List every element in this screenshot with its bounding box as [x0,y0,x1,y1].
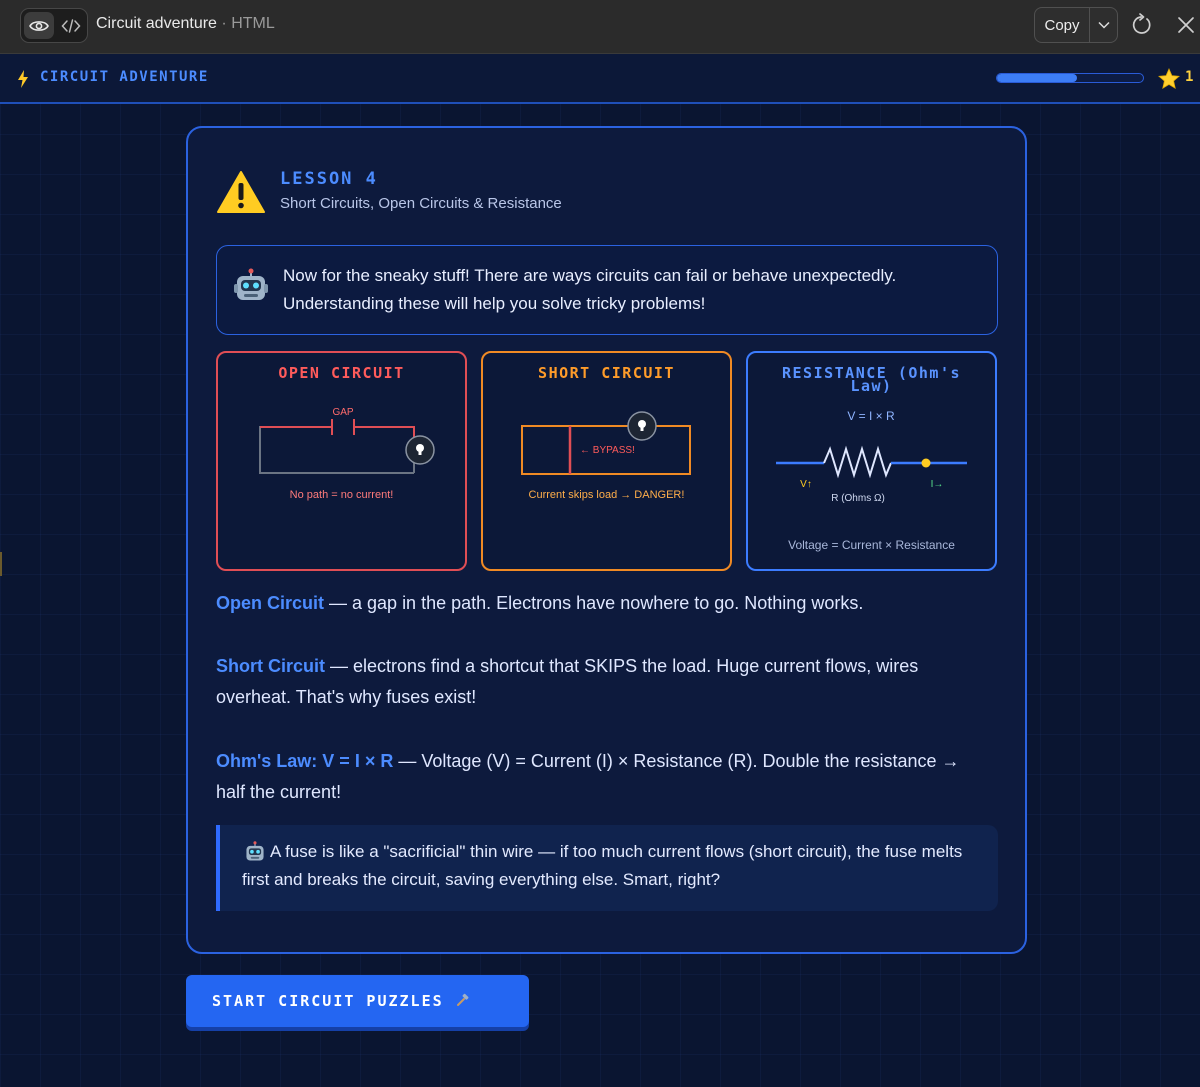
star-count: 1 [1185,69,1194,85]
star-icon [1158,68,1180,90]
preview-toggle-button[interactable] [24,12,54,39]
bulb-off-icon [405,435,435,465]
code-toggle-button[interactable] [56,12,86,39]
start-button-label: START CIRCUIT PUZZLES [212,992,444,1010]
view-toggle[interactable] [20,8,88,43]
copy-divider [1089,8,1090,42]
start-circuit-puzzles-button[interactable]: START CIRCUIT PUZZLES [186,975,529,1027]
lesson-number: LESSON 4 [280,169,378,189]
eye-icon [29,20,49,31]
ohms-law-term: Ohm's Law: V = I × R [216,751,394,771]
document-title: Circuit adventure · HTML [96,15,275,33]
open-circuit-text: — a gap in the path. Electrons have nowh… [324,593,864,613]
progress-fill [997,74,1078,82]
bypass-label: ← BYPASS! [580,445,635,456]
app-chrome-bar: Circuit adventure · HTML Copy [0,0,1200,54]
short-circuit-term: Short Circuit [216,656,326,676]
lightning-bolt-icon [18,70,28,88]
ohms-law-paragraph: Ohm's Law: V = I × R — Voltage (V) = Cur… [216,746,976,808]
robot-intro-text: Now for the sneaky stuff! There are ways… [283,266,897,313]
ohms-formula: V = I × R [847,409,895,423]
open-circuit-diagram: GAP [259,407,435,474]
code-icon [61,18,81,33]
copy-button[interactable]: Copy [1035,8,1089,42]
short-circuit-paragraph: Short Circuit — electrons find a shortcu… [216,651,976,713]
resistance-label: R (Ohms Ω) [831,493,885,504]
short-circuit-diagram: ← BYPASS! [521,411,691,475]
hammer-icon [456,993,469,1006]
open-circuit-panel: OPEN CIRCUIT GAP No path = no current! [216,351,467,571]
open-circuit-caption: No path = no current! [289,489,394,501]
bulb-icon [627,411,657,441]
voltage-label: V↑ [800,479,812,490]
gap-label: GAP [332,407,353,418]
title-separator: · [221,15,227,32]
lesson-progress-bar [996,73,1144,83]
copy-options-button[interactable] [1091,8,1117,42]
short-circuit-panel: SHORT CIRCUIT ← BYPASS! Current skips lo… [481,351,732,571]
lesson-card: LESSON 4 Short Circuits, Open Circuits &… [186,126,1027,954]
close-icon[interactable] [1173,12,1199,38]
document-kind: HTML [231,15,275,32]
robot-icon [234,268,268,300]
resistance-diagram: V = I × R V↑ R (Ohms Ω) I→ [776,409,967,504]
chevron-down-icon [1098,21,1110,29]
resistance-panel: RESISTANCE (Ohm's Law) V = I × R V↑ R (O… [746,351,997,571]
copy-button-group: Copy [1034,7,1118,43]
warning-icon [217,171,265,213]
robot-intro-note: Now for the sneaky stuff! There are ways… [216,245,998,335]
open-circuit-paragraph: Open Circuit — a gap in the path. Electr… [216,588,976,619]
document-name: Circuit adventure [96,15,217,32]
fuse-tip-text: A fuse is like a "sacrificial" thin wire… [242,842,963,889]
resistance-caption: Voltage = Current × Resistance [788,538,955,552]
current-label: I→ [931,479,944,490]
open-circuit-term: Open Circuit [216,593,325,613]
lesson-subtitle: Short Circuits, Open Circuits & Resistan… [280,195,562,212]
app-title: CIRCUIT ADVENTURE [40,69,209,85]
short-circuit-caption: Current skips load → DANGER! [528,489,685,501]
reload-icon[interactable] [1128,12,1154,38]
scroll-edge-marker [0,552,2,576]
fuse-tip-callout: A fuse is like a "sacrificial" thin wire… [216,825,998,911]
